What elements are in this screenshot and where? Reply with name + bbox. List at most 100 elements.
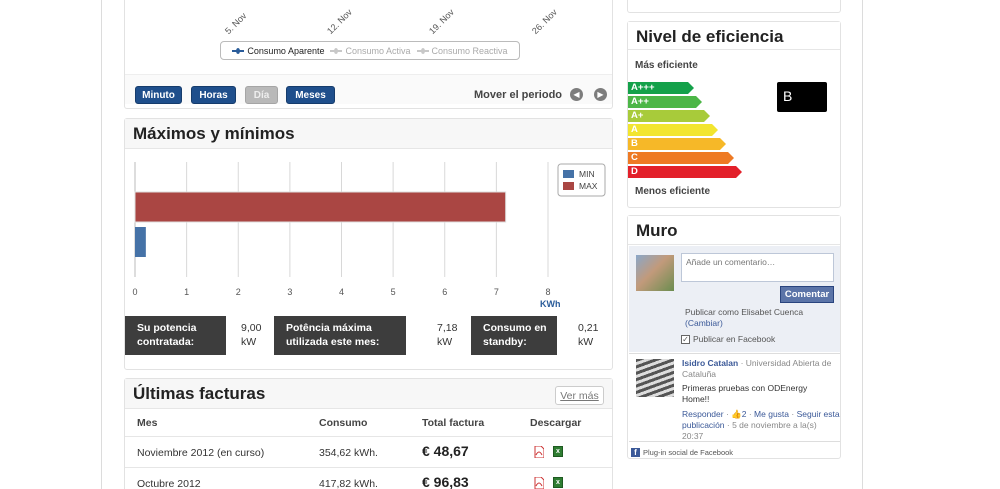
row-mes: Noviembre 2012 (en curso) [137,447,265,459]
efficiency-class-bar: B [628,138,726,150]
stat-value-maxima: 7,18 kW [437,322,458,348]
stat-value-standby: 0,21 kW [578,322,599,348]
avatar [636,255,674,291]
legend-label: MAX [579,181,598,191]
col-header-mes: Mes [137,417,158,429]
mover-periodo-label: Mover el periodo [474,89,563,101]
excel-download-icon[interactable]: x [553,446,563,457]
row-consumo: 354,62 kWh. [319,447,378,459]
mas-eficiente-label: Más eficiente [635,60,698,71]
col-header-total: Total factura [422,417,485,429]
post-author-link[interactable]: Isidro Catalan [682,358,738,368]
pdf-download-icon[interactable] [534,477,544,489]
responder-link[interactable]: Responder [682,409,724,419]
comment-input[interactable]: Añade un comentario… [681,253,834,282]
avatar [636,359,674,397]
legend-item-reactiva[interactable]: Consumo Reactiva [416,46,508,56]
next-period-icon[interactable]: ▶ [594,88,607,101]
x-tick-label: 5 [391,287,396,297]
post-header: Isidro Catalan · Universidad Abierta de … [682,358,838,380]
stat-value-potencia: 9,00 kW [241,322,262,348]
legend-marker-icon [330,47,343,54]
chart-legend: Consumo Aparente Consumo Activa Consumo … [220,41,520,60]
x-tick-label: 8 [545,287,550,297]
facturas-panel: Últimas facturas Ver más Mes Consumo Tot… [124,378,613,489]
cambiar-link[interactable]: (Cambiar) [685,318,723,328]
facebook-icon: f [631,447,640,457]
x-axis-label: KWh [540,299,561,309]
consumo-chart-panel: 5. Nov 12. Nov 19. Nov 26. Nov Consumo A… [124,0,690,109]
legend-label: Consumo Activa [345,45,411,56]
like-count[interactable]: 2 [742,409,747,419]
comentar-button[interactable]: Comentar [780,286,834,303]
muro-panel: Muro Añade un comentario… Comentar Publi… [627,215,841,459]
stat-label-maxima: Potência máxima utilizada este mes: [274,316,406,355]
post-text: Primeras pruebas con ODEnergy Home!! [682,383,808,404]
me-gusta-link[interactable]: Me gusta [754,409,789,419]
col-header-consumo: Consumo [319,417,368,429]
efficiency-class-bar: A++ [628,96,702,108]
like-count-icon[interactable]: 👍 [731,409,742,419]
publicar-como-text: Publicar como Elisabet Cuenca [685,307,804,317]
divider [125,436,612,437]
fb-plugin-label: Plug-in social de Facebook [643,447,734,457]
row-total: € 48,67 [422,443,469,459]
prev-period-icon[interactable]: ◀ [570,88,583,101]
facturas-title-text: Últimas facturas [133,384,266,403]
row-mes: Octubre 2012 [137,478,201,489]
efficiency-class-bar: A [628,124,718,136]
eficiencia-title: Nivel de eficiencia [628,22,840,50]
x-tick-label: 4 [339,287,344,297]
ver-mas-link[interactable]: Ver más [555,386,604,405]
x-tick-label: 2 [236,287,241,297]
efficiency-rating-badge: B [777,82,827,112]
checkbox-checked-icon[interactable]: ✓ [681,334,690,344]
muro-title: Muro [628,216,840,245]
fb-plugin-footer: f Plug-in social de Facebook [629,441,840,458]
meses-button[interactable]: Meses [286,86,335,104]
efficiency-class-bar: A+ [628,110,710,122]
row-total: € 96,83 [422,474,469,489]
publicar-fb-label: Publicar en Facebook [693,334,776,344]
post-actions: Responder · 👍2 · Me gusta · Seguir esta … [682,409,840,441]
stat-label-standby: Consumo en standby: [471,316,557,355]
minuto-button[interactable]: Minuto [135,86,182,104]
stat-label-potencia: Su potencia contratada: [125,316,226,355]
legend-swatch [563,182,574,190]
horas-button[interactable]: Horas [191,86,236,104]
fb-compose-area: Añade un comentario… Comentar Publicar c… [629,246,840,352]
excel-download-icon[interactable]: x [553,477,563,488]
legend-marker-icon [416,47,429,54]
bar-max [134,191,507,223]
stats-row: Su potencia contratada: 9,00 kW Potência … [125,316,612,356]
x-tick-label: 3 [287,287,292,297]
x-tick-label: 7 [494,287,499,297]
legend-label: Consumo Aparente [247,45,325,56]
facturas-title: Últimas facturas Ver más [125,379,612,409]
efficiency-class-bar: D [628,166,742,178]
x-tick-label: 1 [184,287,189,297]
x-tick-label: 19. Nov [427,7,457,37]
legend-swatch [563,170,574,178]
x-tick-label: 26. Nov [530,7,560,37]
x-tick-label: 6 [442,287,447,297]
legend-item-activa[interactable]: Consumo Activa [330,45,411,56]
maxmin-title: Máximos y mínimos [125,119,612,149]
top-right-box [627,0,841,13]
publicar-fb-option[interactable]: ✓ Publicar en Facebook [681,334,775,344]
pdf-download-icon[interactable] [534,446,544,458]
divider [125,467,612,468]
bar-min [135,227,146,257]
eficiencia-panel: Nivel de eficiencia Más eficiente A+++ A+… [627,21,841,208]
menos-eficiente-label: Menos eficiente [635,186,711,197]
maxmin-bar-chart: 0 1 2 3 4 5 6 7 8 KWh MIN MAX [132,162,606,309]
dia-button[interactable]: Día [245,86,278,104]
legend-marker-icon [232,47,245,54]
efficiency-class-bar: C [628,152,734,164]
legend-label: MIN [579,169,595,179]
page-border-left [101,0,102,489]
legend-item-aparente[interactable]: Consumo Aparente [232,46,324,56]
x-tick-label: 12. Nov [325,7,355,37]
row-consumo: 417,82 kWh. [319,478,378,489]
x-tick-label: 5. Nov [223,10,249,37]
